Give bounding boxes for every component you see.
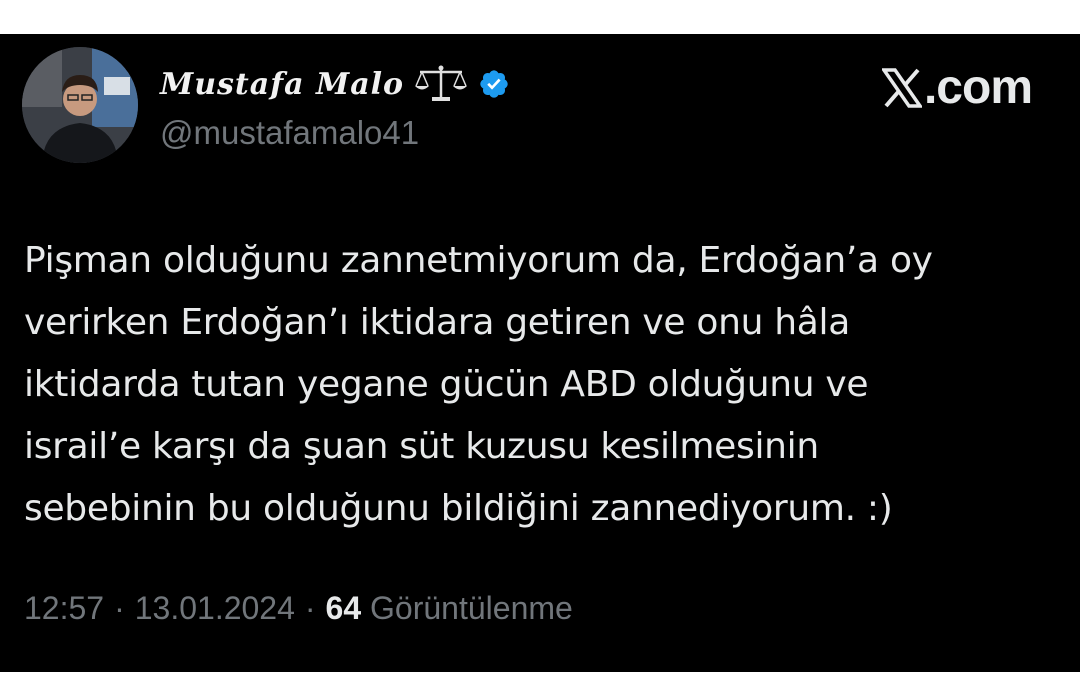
tweet-date[interactable]: 13.01.2024 <box>135 590 295 627</box>
display-name-row: Mustafa Malo <box>160 62 510 106</box>
tweet-meta: 12:57 · 13.01.2024 · 64 Görüntülenme <box>24 590 573 627</box>
meta-separator: · <box>304 590 316 626</box>
avatar-image <box>22 47 138 163</box>
verified-badge-icon[interactable] <box>478 68 510 100</box>
views-label: Görüntülenme <box>370 590 573 626</box>
meta-separator: · <box>114 590 125 626</box>
x-logo-domain: .com <box>923 61 1033 114</box>
tweet-time[interactable]: 12:57 <box>24 590 104 627</box>
author-handle[interactable]: @mustafamalo41 <box>160 114 419 152</box>
tweet-card: Mustafa Malo @mustafamalo41 .com Pişman … <box>0 34 1080 672</box>
views-count: 64 <box>325 590 362 626</box>
display-name[interactable]: Mustafa Malo <box>160 67 404 102</box>
avatar[interactable] <box>22 47 138 163</box>
x-logo: .com <box>880 60 1033 115</box>
x-logo-icon <box>880 66 924 110</box>
scales-icon <box>414 64 468 104</box>
tweet-text: Pişman olduğunu zannetmiyorum da, Erdoğa… <box>24 240 933 529</box>
